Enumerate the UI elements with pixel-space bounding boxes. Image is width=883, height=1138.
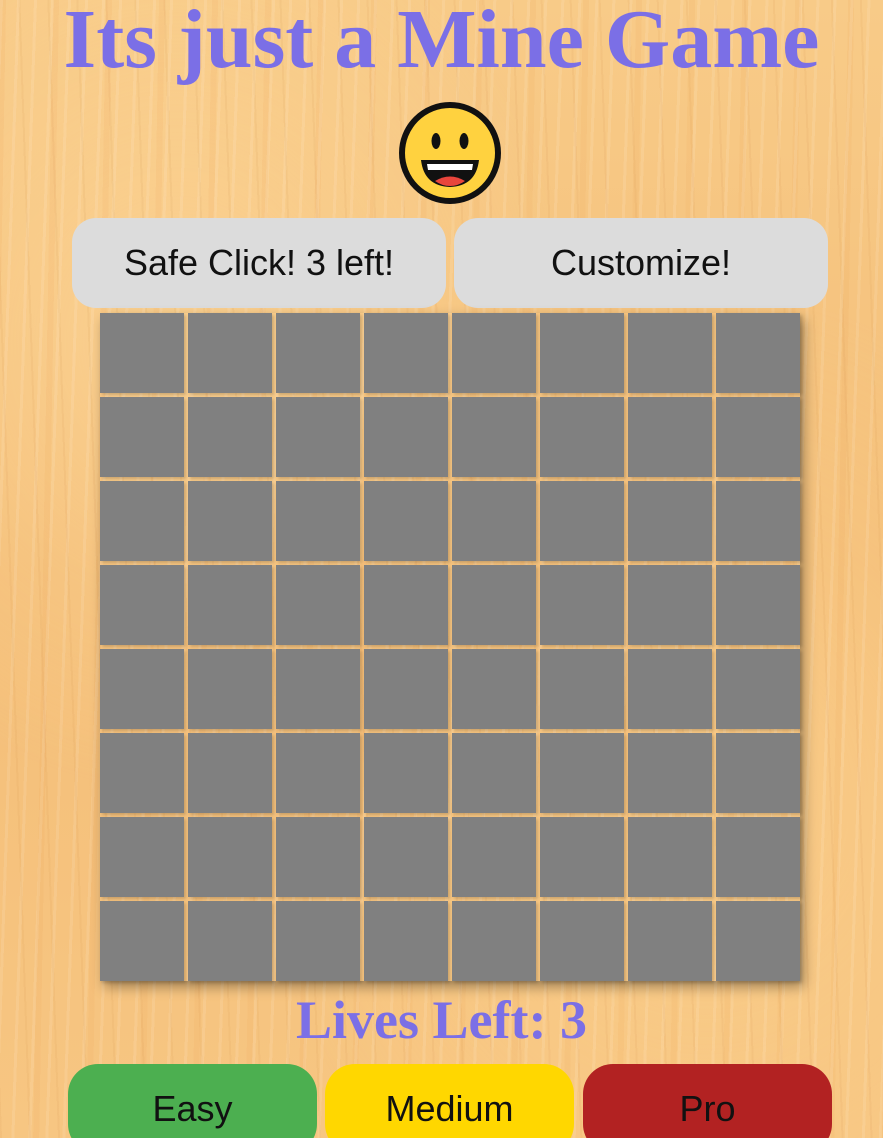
board-cell[interactable] [540,313,624,393]
board-cell[interactable] [188,397,272,477]
board-cell[interactable] [628,901,712,981]
board-cell[interactable] [276,817,360,897]
board-cell[interactable] [628,481,712,561]
board-cell[interactable] [364,397,448,477]
pro-button[interactable]: Pro [583,1064,832,1138]
board-cell[interactable] [628,733,712,813]
board-cell[interactable] [452,481,536,561]
grinning-face-icon[interactable] [398,101,502,205]
board-cell[interactable] [452,565,536,645]
board-cell[interactable] [188,481,272,561]
board-cell[interactable] [452,733,536,813]
board-cell[interactable] [364,733,448,813]
board-cell[interactable] [364,901,448,981]
board-cell[interactable] [188,733,272,813]
board-cell[interactable] [452,817,536,897]
customize-button[interactable]: Customize! [454,218,828,308]
board-cell[interactable] [100,901,184,981]
board-cell[interactable] [540,649,624,729]
lives-counter: Lives Left: 3 [296,990,587,1050]
board-cell[interactable] [540,565,624,645]
board-cell[interactable] [364,565,448,645]
board-cell[interactable] [100,313,184,393]
board-cell[interactable] [628,817,712,897]
board-cell[interactable] [188,649,272,729]
page-title: Its just a Mine Game [63,0,820,86]
board-cell[interactable] [276,901,360,981]
board-cell[interactable] [276,313,360,393]
board-cell[interactable] [100,817,184,897]
board-cell[interactable] [540,901,624,981]
board-cell[interactable] [716,817,800,897]
board-cell[interactable] [716,313,800,393]
board-cell[interactable] [540,397,624,477]
board-cell[interactable] [276,565,360,645]
board-cell[interactable] [276,397,360,477]
board-cell[interactable] [100,397,184,477]
board-cell[interactable] [188,817,272,897]
easy-button[interactable]: Easy [68,1064,317,1138]
board-cell[interactable] [188,901,272,981]
safe-click-button[interactable]: Safe Click! 3 left! [72,218,446,308]
board-cell[interactable] [100,481,184,561]
board-cell[interactable] [628,649,712,729]
board-cell[interactable] [716,397,800,477]
board-cell[interactable] [716,481,800,561]
board-cell[interactable] [540,733,624,813]
board-cell[interactable] [628,397,712,477]
board-cell[interactable] [364,649,448,729]
board-cell[interactable] [452,649,536,729]
board-cell[interactable] [188,565,272,645]
board-cell[interactable] [100,565,184,645]
board-cell[interactable] [452,901,536,981]
board-cell[interactable] [716,565,800,645]
board-cell[interactable] [364,481,448,561]
board-cell[interactable] [100,649,184,729]
board-cell[interactable] [452,313,536,393]
board-cell[interactable] [716,649,800,729]
board-cell[interactable] [100,733,184,813]
board-cell[interactable] [364,817,448,897]
board-cell[interactable] [716,733,800,813]
board-cell[interactable] [716,901,800,981]
medium-button[interactable]: Medium [325,1064,574,1138]
board-cell[interactable] [628,313,712,393]
board-cell[interactable] [276,481,360,561]
board-cell[interactable] [276,733,360,813]
board-cell[interactable] [628,565,712,645]
board-cell[interactable] [188,313,272,393]
board-cell[interactable] [364,313,448,393]
board-cell[interactable] [276,649,360,729]
mine-board [100,313,800,981]
board-cell[interactable] [540,817,624,897]
board-cell[interactable] [452,397,536,477]
board-cell[interactable] [540,481,624,561]
